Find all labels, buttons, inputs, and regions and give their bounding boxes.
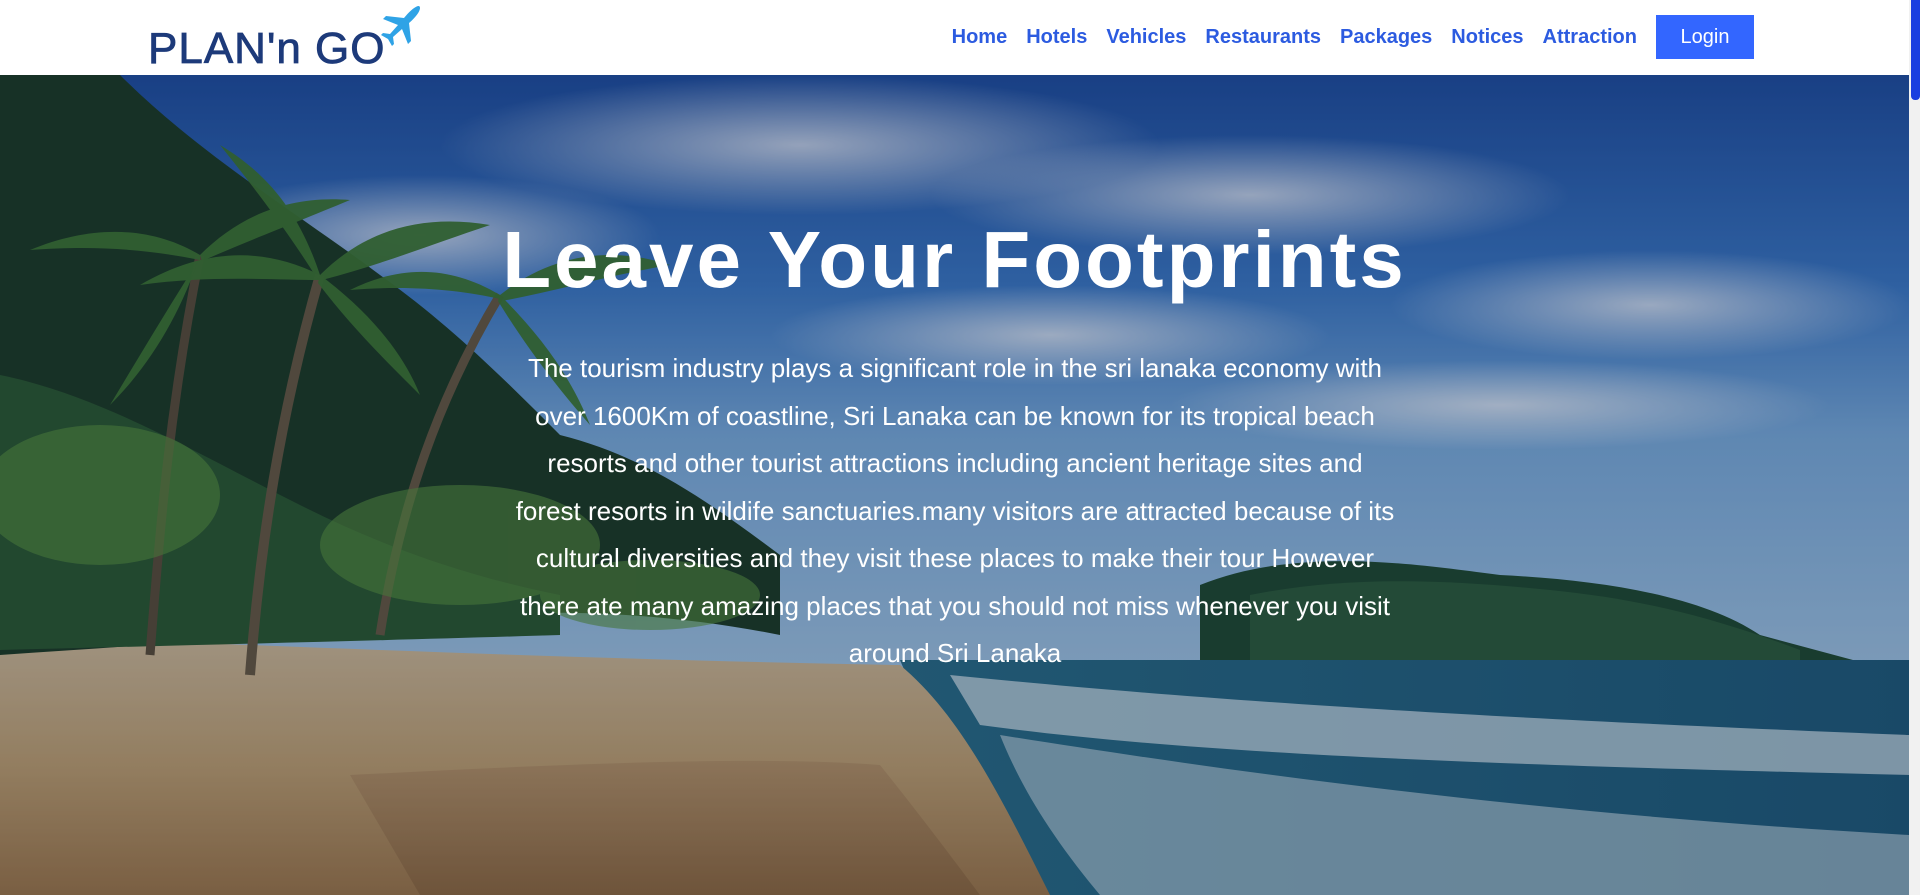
hero-title: Leave Your Footprints bbox=[502, 215, 1407, 304]
nav-restaurants-link[interactable]: Restaurants bbox=[1205, 26, 1321, 49]
scrollbar-thumb[interactable] bbox=[1911, 0, 1920, 100]
page-scrollbar[interactable] bbox=[1909, 0, 1920, 895]
nav-vehicles-link[interactable]: Vehicles bbox=[1106, 26, 1186, 49]
navbar: PLAN'n GO Home Hotels Vehicles Restauran… bbox=[0, 0, 1909, 75]
nav-home-link[interactable]: Home bbox=[952, 26, 1008, 49]
nav-hotels-link[interactable]: Hotels bbox=[1026, 26, 1087, 49]
nav-packages-link[interactable]: Packages bbox=[1340, 26, 1432, 49]
login-button[interactable]: Login bbox=[1656, 15, 1754, 59]
hero-section: Leave Your Footprints The tourism indust… bbox=[0, 75, 1909, 895]
page: PLAN'n GO Home Hotels Vehicles Restauran… bbox=[0, 0, 1920, 895]
nav-notices-link[interactable]: Notices bbox=[1451, 26, 1523, 49]
nav-attraction-link[interactable]: Attraction bbox=[1543, 26, 1637, 49]
hero-content: Leave Your Footprints The tourism indust… bbox=[0, 75, 1909, 895]
hero-description: The tourism industry plays a significant… bbox=[515, 353, 1395, 668]
main-nav: Home Hotels Vehicles Restaurants Package… bbox=[0, 15, 1909, 59]
